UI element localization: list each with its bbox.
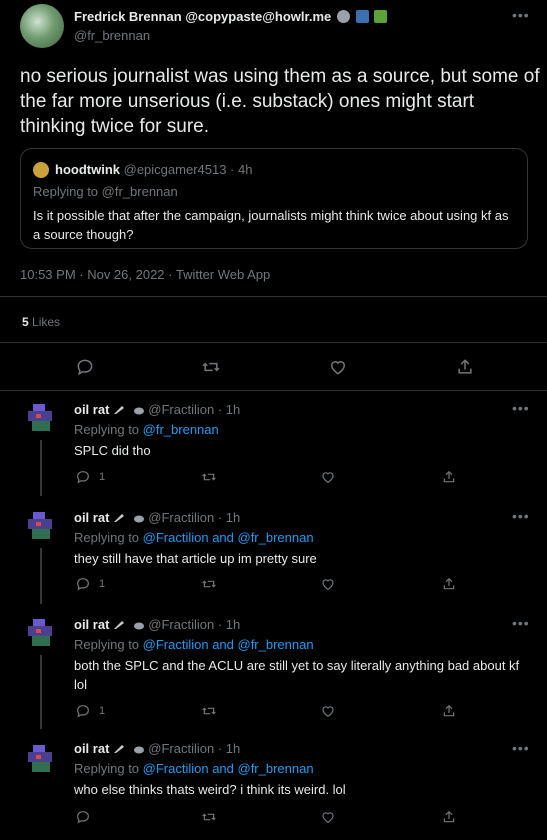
retweet-icon (201, 576, 217, 592)
book-emoji-icon (374, 10, 388, 23)
more-icon[interactable]: ••• (512, 400, 530, 416)
reply-replying-to: Replying to @fr_brennan (74, 422, 219, 437)
tweet-timestamp[interactable]: 10:53 PM · Nov 26, 2022 · Twitter Web Ap… (20, 267, 270, 282)
retweet-button[interactable] (201, 357, 221, 377)
reply-avatar[interactable] (24, 509, 58, 543)
raccoon-emoji-icon (336, 10, 350, 23)
like-icon (328, 357, 348, 377)
quoted-text: Is it possible that after the campaign, … (33, 208, 509, 242)
like-button[interactable] (320, 469, 336, 485)
share-button[interactable] (455, 357, 475, 377)
reply-icon (75, 357, 95, 377)
reply-icon (75, 469, 91, 485)
reply-avatar[interactable] (24, 742, 58, 776)
quoted-replying-to: Replying to @fr_brennan (33, 184, 178, 199)
share-button[interactable] (441, 809, 457, 825)
like-icon (320, 469, 336, 485)
reply-avatar[interactable] (24, 616, 58, 650)
retweet-icon (201, 703, 217, 719)
reply-text: who else thinks thats weird? i think its… (74, 782, 346, 797)
share-icon (441, 576, 457, 592)
reply-text: SPLC did tho (74, 443, 151, 458)
share-button[interactable] (441, 576, 457, 592)
thread-line (40, 548, 42, 604)
reply-button[interactable] (75, 809, 99, 825)
thread-line (40, 440, 42, 496)
reply-author[interactable]: oil rat @Fractilion · 1h (74, 402, 240, 417)
reply-button[interactable] (75, 357, 95, 377)
reply-author[interactable]: oil rat @Fractilion · 1h (74, 741, 240, 756)
reply-replying-to: Replying to @Fractilion and @fr_brennan (74, 761, 314, 776)
reply-icon (75, 576, 91, 592)
retweet-button[interactable] (201, 469, 217, 485)
thread-line (40, 655, 42, 729)
author-avatar[interactable] (20, 4, 64, 48)
more-icon[interactable]: ••• (512, 615, 530, 631)
quoted-name: hoodtwink (55, 162, 120, 177)
like-icon (320, 703, 336, 719)
retweet-button[interactable] (201, 576, 217, 592)
like-button[interactable] (320, 576, 336, 592)
rat-emoji-icon (133, 622, 144, 630)
likes-count[interactable]: 5 Likes (22, 315, 60, 329)
like-button[interactable] (320, 703, 336, 719)
retweet-icon (201, 469, 217, 485)
share-icon (441, 703, 457, 719)
knife-emoji-icon (114, 514, 125, 522)
reply-replying-to: Replying to @Fractilion and @fr_brennan (74, 530, 314, 545)
reply-button[interactable]: 1 (75, 703, 105, 719)
author-name[interactable]: Fredrick Brennan @copypaste@howlr.me (74, 9, 388, 24)
divider (0, 390, 547, 391)
more-icon[interactable]: ••• (512, 7, 530, 23)
retweet-icon (201, 357, 221, 377)
reply-icon (75, 809, 91, 825)
more-icon[interactable]: ••• (512, 508, 530, 524)
flag-emoji-icon (355, 10, 369, 23)
quoted-handle-time: @epicgamer4513 · 4h (123, 162, 253, 177)
divider (0, 296, 547, 297)
share-button[interactable] (441, 469, 457, 485)
reply-author[interactable]: oil rat @Fractilion · 1h (74, 510, 240, 525)
reply-author[interactable]: oil rat @Fractilion · 1h (74, 617, 240, 632)
rat-emoji-icon (133, 515, 144, 523)
like-icon (320, 576, 336, 592)
knife-emoji-icon (114, 745, 125, 753)
like-icon (320, 809, 336, 825)
divider (0, 342, 547, 343)
retweet-button[interactable] (201, 809, 217, 825)
quoted-avatar (33, 162, 49, 178)
retweet-button[interactable] (201, 703, 217, 719)
reply-text: they still have that article up im prett… (74, 551, 317, 566)
retweet-icon (201, 809, 217, 825)
share-icon (455, 357, 475, 377)
rat-emoji-icon (133, 746, 144, 754)
reply-avatar[interactable] (24, 401, 58, 435)
tweet-text: no serious journalist was using them as … (20, 66, 540, 137)
quoted-tweet[interactable]: hoodtwink @epicgamer4513 · 4h Replying t… (20, 148, 528, 249)
share-button[interactable] (441, 703, 457, 719)
reply-text: both the SPLC and the ACLU are still yet… (74, 658, 520, 692)
share-icon (441, 809, 457, 825)
like-button[interactable] (328, 357, 348, 377)
quoted-header: hoodtwink @epicgamer4513 · 4h (55, 162, 252, 177)
like-button[interactable] (320, 809, 336, 825)
reply-button[interactable]: 1 (75, 469, 105, 485)
knife-emoji-icon (114, 406, 125, 414)
share-icon (441, 469, 457, 485)
more-icon[interactable]: ••• (512, 740, 530, 756)
author-handle[interactable]: @fr_brennan (74, 28, 150, 43)
reply-icon (75, 703, 91, 719)
reply-replying-to: Replying to @Fractilion and @fr_brennan (74, 637, 314, 652)
reply-button[interactable]: 1 (75, 576, 105, 592)
rat-emoji-icon (133, 407, 144, 415)
knife-emoji-icon (114, 621, 125, 629)
